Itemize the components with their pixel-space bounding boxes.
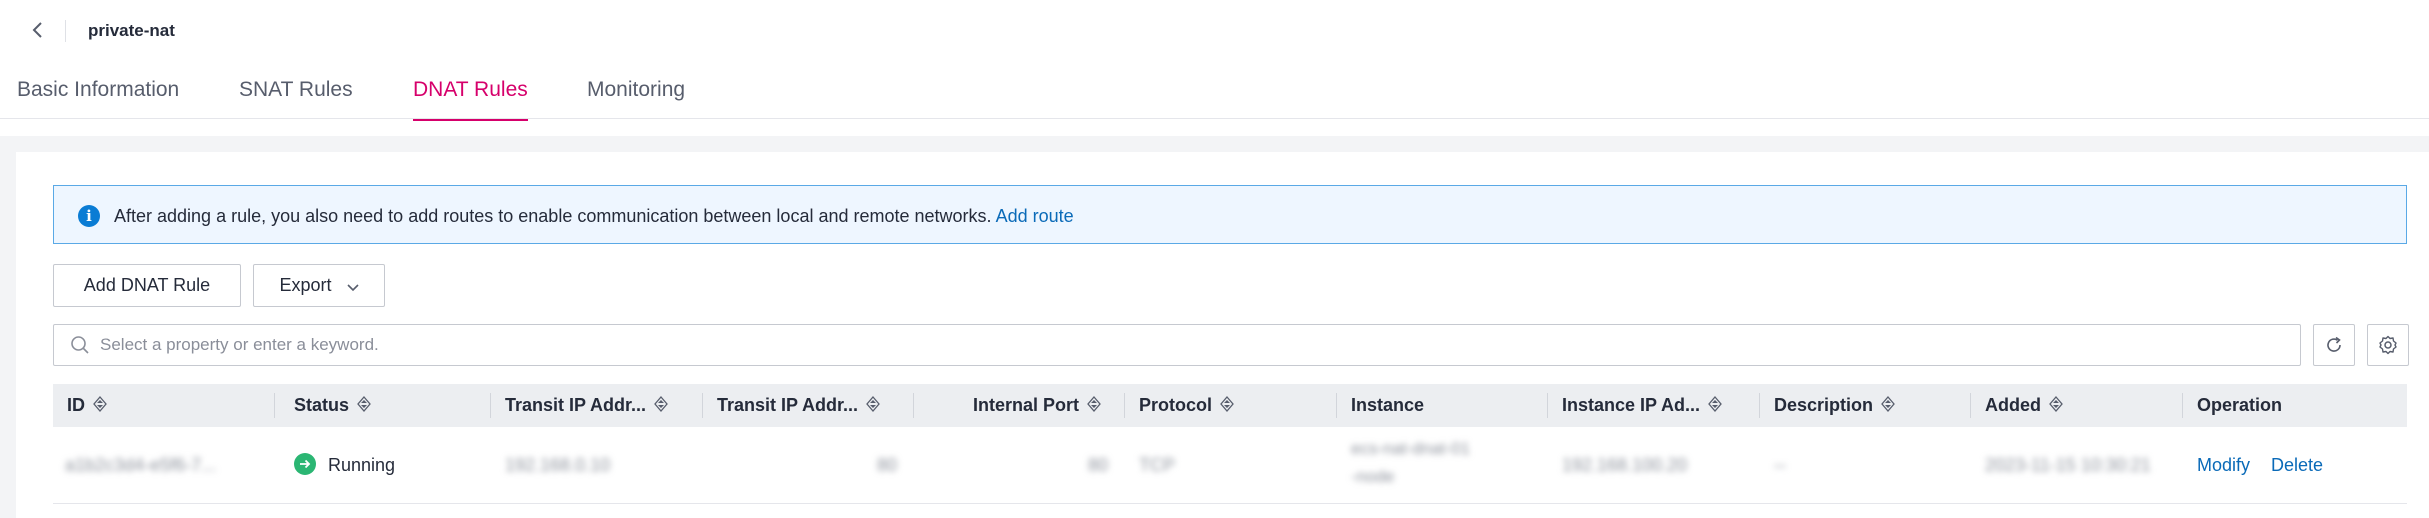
column-label: ID	[67, 395, 85, 415]
tab-snat-rules[interactable]: SNAT Rules	[239, 76, 353, 104]
cell-description: --	[1774, 455, 1786, 475]
search-input[interactable]	[100, 325, 2280, 365]
column-divider	[1124, 393, 1125, 418]
column-label: Protocol	[1139, 395, 1213, 415]
cell-protocol: TCP	[1139, 455, 1175, 475]
cell-status: Running	[294, 427, 395, 503]
tab-bar: Basic Information SNAT Rules DNAT Rules …	[0, 62, 2429, 121]
column-header-transit-ip-address[interactable]: Transit IP Addr...	[505, 384, 668, 427]
cell-instance[interactable]: ecs-nat-dnat-01 -node	[1351, 435, 1470, 491]
column-divider	[2182, 393, 2183, 418]
back-arrow-icon[interactable]	[28, 20, 48, 40]
column-header-added[interactable]: Added	[1985, 384, 2063, 427]
status-text: Running	[328, 455, 396, 475]
gear-icon	[2379, 335, 2397, 355]
cell-internal-port: 80	[1088, 455, 1109, 475]
column-divider	[1547, 393, 1548, 418]
column-label: Description	[1774, 395, 1874, 415]
cell-id[interactable]: a1b2c3d4-e5f6-7...	[65, 427, 216, 503]
tab-basic-information[interactable]: Basic Information	[17, 76, 179, 104]
sort-icon[interactable]	[1220, 385, 1234, 428]
cell-operation: Modify Delete	[2197, 427, 2323, 503]
column-divider	[1970, 393, 1971, 418]
sort-icon[interactable]	[866, 385, 880, 428]
column-divider	[1759, 393, 1760, 418]
column-header-transit-ip-port[interactable]: Transit IP Addr...	[717, 384, 880, 427]
column-label: Internal Port	[973, 395, 1080, 415]
sort-icon[interactable]	[93, 385, 107, 428]
export-button[interactable]: Export	[253, 264, 385, 307]
sort-icon[interactable]	[1087, 385, 1101, 428]
sort-icon[interactable]	[1708, 385, 1722, 428]
column-header-internal-port[interactable]: Internal Port	[973, 384, 1101, 427]
running-status-icon	[294, 453, 316, 476]
refresh-button[interactable]	[2313, 324, 2355, 366]
table-row: a1b2c3d4-e5f6-7... Running 192.168.0.10 …	[53, 427, 2407, 504]
column-divider	[702, 393, 703, 418]
cell-added: 2023-11-15 10:30:21	[1985, 455, 2151, 475]
page-header: private-nat	[0, 0, 2429, 62]
column-header-operation: Operation	[2197, 384, 2282, 427]
column-label: Transit IP Addr...	[717, 395, 859, 415]
search-icon	[70, 335, 90, 360]
search-box[interactable]	[53, 324, 2301, 366]
delete-link[interactable]: Delete	[2271, 455, 2323, 475]
column-label: Instance	[1351, 395, 1425, 415]
alert-text: After adding a rule, you also need to ad…	[114, 206, 992, 226]
column-header-instance-ip-address[interactable]: Instance IP Ad...	[1562, 384, 1722, 427]
column-label: Operation	[2197, 395, 2283, 415]
refresh-icon	[2327, 336, 2341, 352]
page-title: private-nat	[88, 21, 175, 40]
sort-icon[interactable]	[654, 385, 668, 428]
add-dnat-rule-button[interactable]: Add DNAT Rule	[53, 264, 241, 307]
header-divider	[65, 20, 66, 42]
alert-message: After adding a rule, you also need to ad…	[114, 204, 1074, 228]
table-header: ID Status Transit IP Addr... Transit IP …	[53, 384, 2407, 427]
sort-icon[interactable]	[357, 385, 371, 428]
sort-icon[interactable]	[2049, 385, 2063, 428]
export-label: Export	[279, 275, 332, 295]
add-dnat-rule-label: Add DNAT Rule	[83, 275, 211, 295]
modify-link[interactable]: Modify	[2197, 455, 2250, 475]
column-divider	[1336, 393, 1337, 418]
column-label: Instance IP Ad...	[1562, 395, 1701, 415]
column-divider	[274, 393, 275, 418]
tab-dnat-rules[interactable]: DNAT Rules	[413, 76, 528, 121]
tab-monitoring[interactable]: Monitoring	[587, 76, 685, 104]
settings-button[interactable]	[2367, 324, 2409, 366]
cell-transit-ip: 192.168.0.10	[505, 455, 611, 475]
column-header-protocol[interactable]: Protocol	[1139, 384, 1234, 427]
info-alert: i After adding a rule, you also need to …	[53, 185, 2407, 244]
column-divider	[490, 393, 491, 418]
cell-instance-ip: 192.168.100.20	[1562, 455, 1688, 475]
instance-name-cont: -node	[1351, 467, 1395, 486]
column-header-description[interactable]: Description	[1774, 384, 1895, 427]
column-label: Status	[294, 395, 350, 415]
cell-transit-port: 80	[877, 455, 898, 475]
add-route-link[interactable]: Add route	[996, 206, 1074, 226]
column-header-instance: Instance	[1351, 384, 1424, 427]
column-label: Transit IP Addr...	[505, 395, 647, 415]
info-icon: i	[78, 205, 100, 227]
column-header-status[interactable]: Status	[294, 384, 371, 427]
column-header-id[interactable]: ID	[67, 384, 107, 427]
sort-icon[interactable]	[1881, 385, 1895, 428]
column-divider	[913, 393, 914, 418]
column-label: Added	[1985, 395, 2041, 415]
chevron-down-icon	[346, 266, 359, 307]
instance-name: ecs-nat-dnat-01	[1351, 439, 1471, 458]
